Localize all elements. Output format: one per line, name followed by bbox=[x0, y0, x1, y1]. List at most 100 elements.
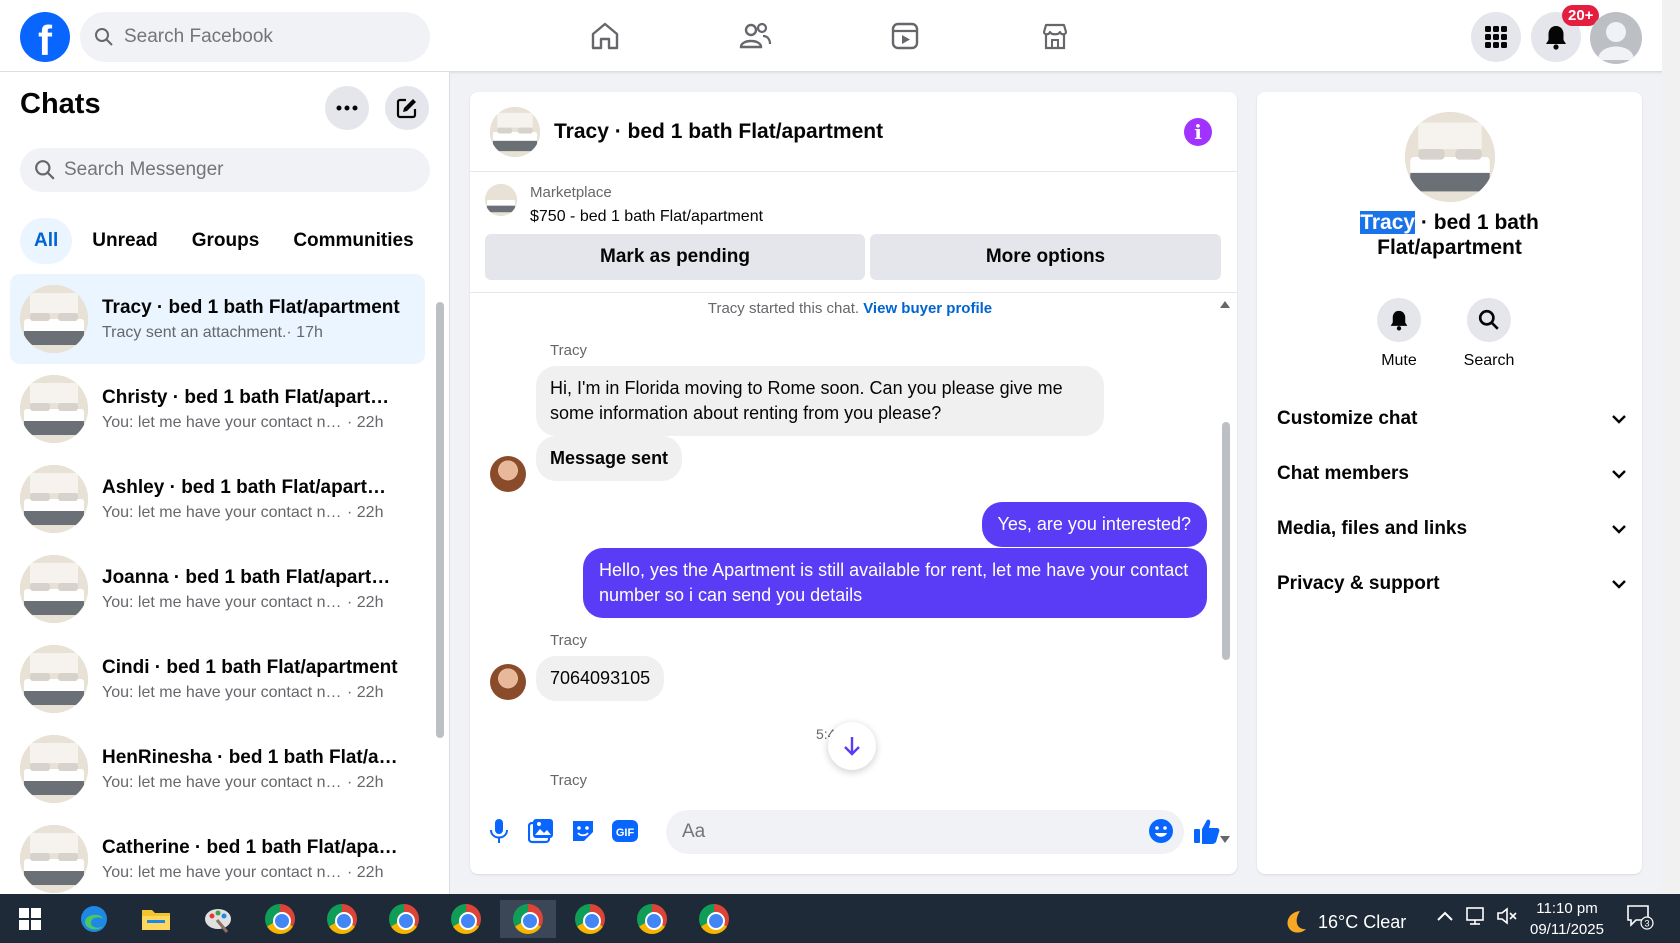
filter-groups[interactable]: Groups bbox=[178, 218, 274, 264]
chrome-profile-icon[interactable] bbox=[630, 900, 674, 938]
video-icon[interactable] bbox=[885, 16, 925, 56]
network-icon[interactable] bbox=[1466, 906, 1488, 931]
chat-list-item[interactable]: Joanna · bed 1 bath Flat/apartment You: … bbox=[10, 544, 425, 634]
chat-details-name: Tracy · bed 1 bath Flat/apartment bbox=[1257, 210, 1642, 260]
conversation-title[interactable]: Tracy · bed 1 bath Flat/apartment bbox=[554, 120, 883, 144]
name-line-2: Flat/apartment bbox=[1377, 236, 1522, 259]
filter-unread[interactable]: Unread bbox=[78, 218, 171, 264]
message-bubble-outgoing[interactable]: Yes, are you interested? bbox=[981, 502, 1207, 547]
messenger-search-box[interactable] bbox=[20, 148, 430, 192]
message-input[interactable] bbox=[666, 810, 1184, 854]
chrome-profile-icon[interactable] bbox=[320, 900, 364, 938]
facebook-search-input[interactable] bbox=[124, 26, 404, 48]
thumbs-up-icon[interactable] bbox=[1192, 816, 1222, 846]
chat-name: Tracy · bed 1 bath Flat/apartment bbox=[102, 296, 400, 318]
weather-widget[interactable]: 16°C Clear bbox=[1282, 908, 1406, 936]
chat-list-item[interactable]: Tracy · bed 1 bath Flat/apartment Tracy … bbox=[10, 274, 425, 364]
chat-list-item[interactable]: Christy · bed 1 bath Flat/apartment You:… bbox=[10, 364, 425, 454]
chat-details-avatar[interactable] bbox=[1405, 112, 1495, 202]
friends-icon[interactable] bbox=[735, 16, 775, 56]
chrome-profile-icon-active[interactable] bbox=[500, 900, 556, 938]
more-options-button[interactable]: More options bbox=[870, 234, 1221, 280]
messenger-search-input[interactable] bbox=[64, 159, 394, 181]
privacy-support-section[interactable]: Privacy & support bbox=[1277, 564, 1627, 604]
chat-name: Catherine · bed 1 bath Flat/apartment bbox=[102, 836, 402, 858]
moon-icon bbox=[1287, 911, 1306, 933]
chat-options-button[interactable] bbox=[325, 86, 369, 130]
search-action[interactable]: Search bbox=[1449, 298, 1529, 370]
mute-action[interactable]: Mute bbox=[1359, 298, 1439, 370]
view-buyer-profile-link[interactable]: View buyer profile bbox=[863, 300, 992, 317]
chat-list-item[interactable]: Ashley · bed 1 bath Flat/apartment You: … bbox=[10, 454, 425, 544]
chrome-icon[interactable] bbox=[258, 900, 302, 938]
compose-icon bbox=[396, 98, 417, 119]
photo-icon[interactable] bbox=[526, 816, 556, 846]
chat-list-item[interactable]: Cindi · bed 1 bath Flat/apartment You: l… bbox=[10, 634, 425, 724]
listing-thumbnail bbox=[20, 555, 88, 623]
conversation-avatar[interactable] bbox=[490, 106, 540, 157]
chat-preview: You: let me have your contact number bbox=[102, 593, 347, 611]
chrome-profile-icon[interactable] bbox=[692, 900, 736, 938]
chat-list-scrollbar[interactable] bbox=[436, 282, 444, 882]
sender-avatar[interactable] bbox=[490, 664, 526, 700]
mark-as-pending-button[interactable]: Mark as pending bbox=[485, 234, 865, 280]
search-label: Search bbox=[1463, 352, 1515, 369]
media-files-links-section[interactable]: Media, files and links bbox=[1277, 509, 1627, 549]
message-bubble-incoming[interactable]: 7064093105 bbox=[536, 656, 665, 701]
selected-name-text[interactable]: Tracy bbox=[1360, 211, 1416, 234]
info-icon[interactable]: i bbox=[1184, 118, 1212, 146]
sticker-icon[interactable] bbox=[568, 816, 598, 846]
window-scrollbar[interactable] bbox=[1662, 0, 1680, 894]
chrome-profile-icon[interactable] bbox=[568, 900, 612, 938]
facebook-search-box[interactable] bbox=[80, 12, 430, 62]
filter-communities[interactable]: Communities bbox=[279, 218, 427, 264]
chrome-profile-icon[interactable] bbox=[444, 900, 488, 938]
gif-icon[interactable]: GIF bbox=[610, 816, 640, 846]
chevron-down-icon bbox=[1612, 580, 1626, 589]
customize-chat-section[interactable]: Customize chat bbox=[1277, 399, 1627, 439]
chevron-down-icon bbox=[1612, 470, 1626, 479]
windows-start-icon[interactable] bbox=[8, 900, 52, 938]
home-icon[interactable] bbox=[585, 16, 625, 56]
divider bbox=[470, 292, 1237, 293]
system-clock[interactable]: 11:10 pm 09/11/2025 bbox=[1530, 898, 1604, 940]
new-message-button[interactable] bbox=[385, 86, 429, 130]
top-navigation-bar: f 20+ bbox=[0, 0, 1662, 72]
paint-app-icon[interactable] bbox=[196, 900, 240, 938]
conversation-scrollbar[interactable] bbox=[1220, 300, 1230, 843]
file-explorer-icon[interactable] bbox=[134, 900, 178, 938]
chat-members-section[interactable]: Chat members bbox=[1277, 454, 1627, 494]
sender-name: Tracy bbox=[550, 632, 587, 649]
sender-avatar[interactable] bbox=[490, 456, 526, 492]
chevron-up-icon[interactable] bbox=[1436, 906, 1454, 927]
bell-icon bbox=[1390, 310, 1408, 331]
chat-time: · 22h bbox=[347, 413, 384, 431]
message-bubble-incoming[interactable]: Message sent bbox=[536, 436, 683, 481]
listing-price[interactable]: $750 - bed 1 bath Flat/apartment bbox=[530, 208, 763, 226]
microphone-icon[interactable] bbox=[484, 816, 514, 846]
volume-muted-icon[interactable] bbox=[1496, 906, 1518, 931]
chat-list-item[interactable]: Catherine · bed 1 bath Flat/apartment Yo… bbox=[10, 814, 425, 904]
chrome-profile-icon[interactable] bbox=[382, 900, 426, 938]
menu-grid-button[interactable] bbox=[1471, 12, 1521, 62]
emoji-icon[interactable] bbox=[1146, 816, 1176, 846]
grid-icon bbox=[1485, 26, 1507, 48]
chat-preview: You: let me have your contact number bbox=[102, 683, 347, 701]
marketplace-icon[interactable] bbox=[1035, 16, 1075, 56]
search-icon bbox=[95, 28, 113, 46]
listing-thumbnail bbox=[20, 825, 88, 893]
facebook-logo[interactable]: f bbox=[20, 12, 70, 62]
profile-avatar[interactable] bbox=[1590, 12, 1642, 64]
edge-browser-icon[interactable] bbox=[72, 900, 116, 938]
chat-time: · 22h bbox=[347, 773, 384, 791]
message-bubble-incoming[interactable]: Hi, I'm in Florida moving to Rome soon. … bbox=[536, 366, 1104, 436]
filter-all[interactable]: All bbox=[20, 218, 73, 264]
chat-preview: You: let me have your contact number bbox=[102, 863, 347, 881]
message-bubble-outgoing[interactable]: Hello, yes the Apartment is still availa… bbox=[583, 548, 1207, 618]
scroll-to-bottom-button[interactable] bbox=[828, 722, 876, 770]
message-composer: GIF bbox=[470, 792, 1237, 874]
chat-list-item[interactable]: HenRinesha · bed 1 bath Flat/apartment Y… bbox=[10, 724, 425, 814]
chat-name: Ashley · bed 1 bath Flat/apartment bbox=[102, 476, 402, 498]
notification-center-icon[interactable]: 3 bbox=[1626, 904, 1654, 935]
clock-time: 11:10 pm bbox=[1536, 900, 1598, 917]
